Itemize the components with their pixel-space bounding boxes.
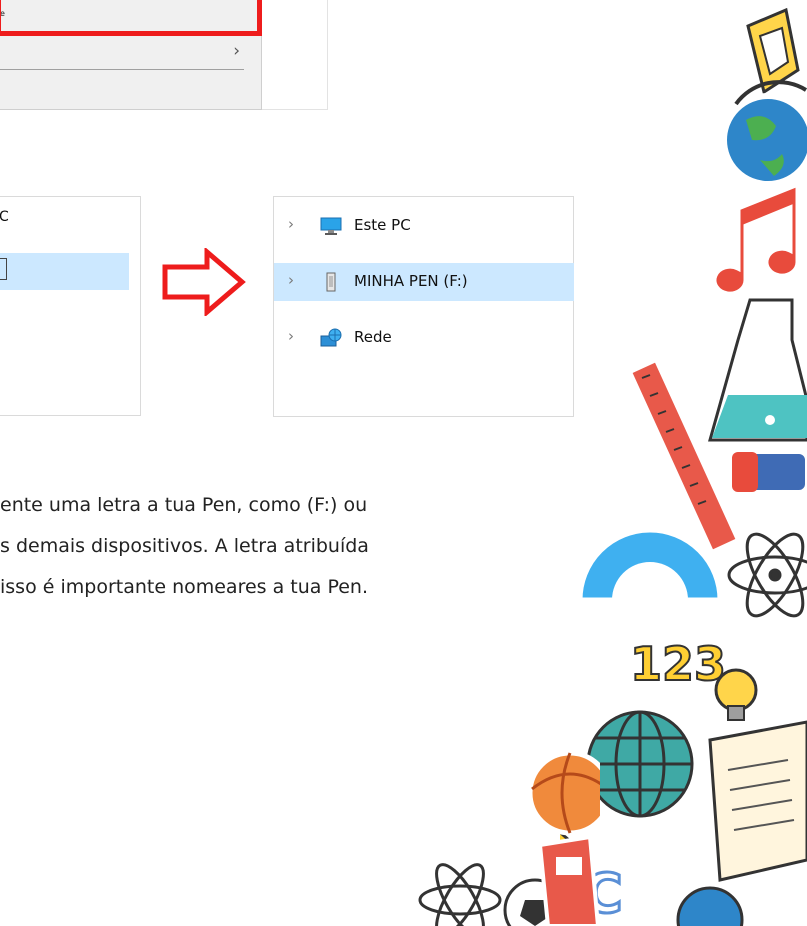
paragraph-line: s demais dispositivos. A letra atribuída	[0, 535, 369, 557]
chevron-right-icon[interactable]: ›	[288, 271, 294, 289]
protractor-icon	[577, 527, 723, 603]
book-icon	[708, 720, 807, 882]
explorer-pane-before: C	[0, 196, 141, 416]
tree-item-label: Rede	[354, 328, 392, 346]
school-stickers-bottom-2	[527, 750, 600, 926]
chevron-right-icon: ›	[233, 41, 240, 61]
notebook-icon	[537, 834, 600, 926]
tree-item-minha-pen[interactable]: › MINHA PEN (F:)	[274, 263, 574, 301]
eraser-icon	[730, 450, 807, 494]
arrow-right-icon	[162, 248, 246, 316]
paragraph-line: ente uma letra a tua Pen, como (F:) ou	[0, 494, 368, 516]
network-icon	[320, 328, 342, 347]
menu-divider	[0, 69, 244, 70]
tree-item-rename-field[interactable]	[0, 253, 129, 290]
set-square-icon	[746, 7, 800, 95]
context-menu: e ›	[0, 0, 262, 110]
globe-grid-icon	[586, 710, 694, 818]
atom-icon	[727, 532, 807, 618]
tree-item-rede[interactable]: › Rede	[274, 319, 574, 357]
red-highlight-frame	[0, 0, 262, 36]
menu-item-submenu[interactable]: ›	[0, 38, 246, 68]
flask-icon	[708, 298, 807, 442]
explorer-pane-after: › Este PC › MINHA PEN (F:) › Rede	[273, 196, 574, 417]
rename-input-box[interactable]	[0, 258, 7, 280]
tree-item-label: C	[0, 209, 9, 225]
ruler-icon	[627, 357, 741, 555]
tree-item-este-pc[interactable]: › Este PC	[274, 207, 574, 245]
chevron-right-icon[interactable]: ›	[288, 327, 294, 345]
tree-item-label: MINHA PEN (F:)	[354, 272, 468, 290]
globe-icon	[676, 886, 744, 926]
paragraph-line: isso é importante nomeares a tua Pen.	[0, 576, 369, 598]
music-note-icon	[711, 180, 801, 297]
usb-drive-icon	[326, 272, 336, 292]
chevron-right-icon[interactable]: ›	[288, 215, 294, 233]
tree-item-label: Este PC	[354, 216, 411, 234]
numbers-sticker: 123	[630, 637, 726, 691]
globe-icon	[721, 80, 807, 187]
explorer-window-edge	[262, 0, 328, 110]
lightbulb-icon	[714, 668, 758, 721]
monitor-icon	[320, 217, 342, 235]
